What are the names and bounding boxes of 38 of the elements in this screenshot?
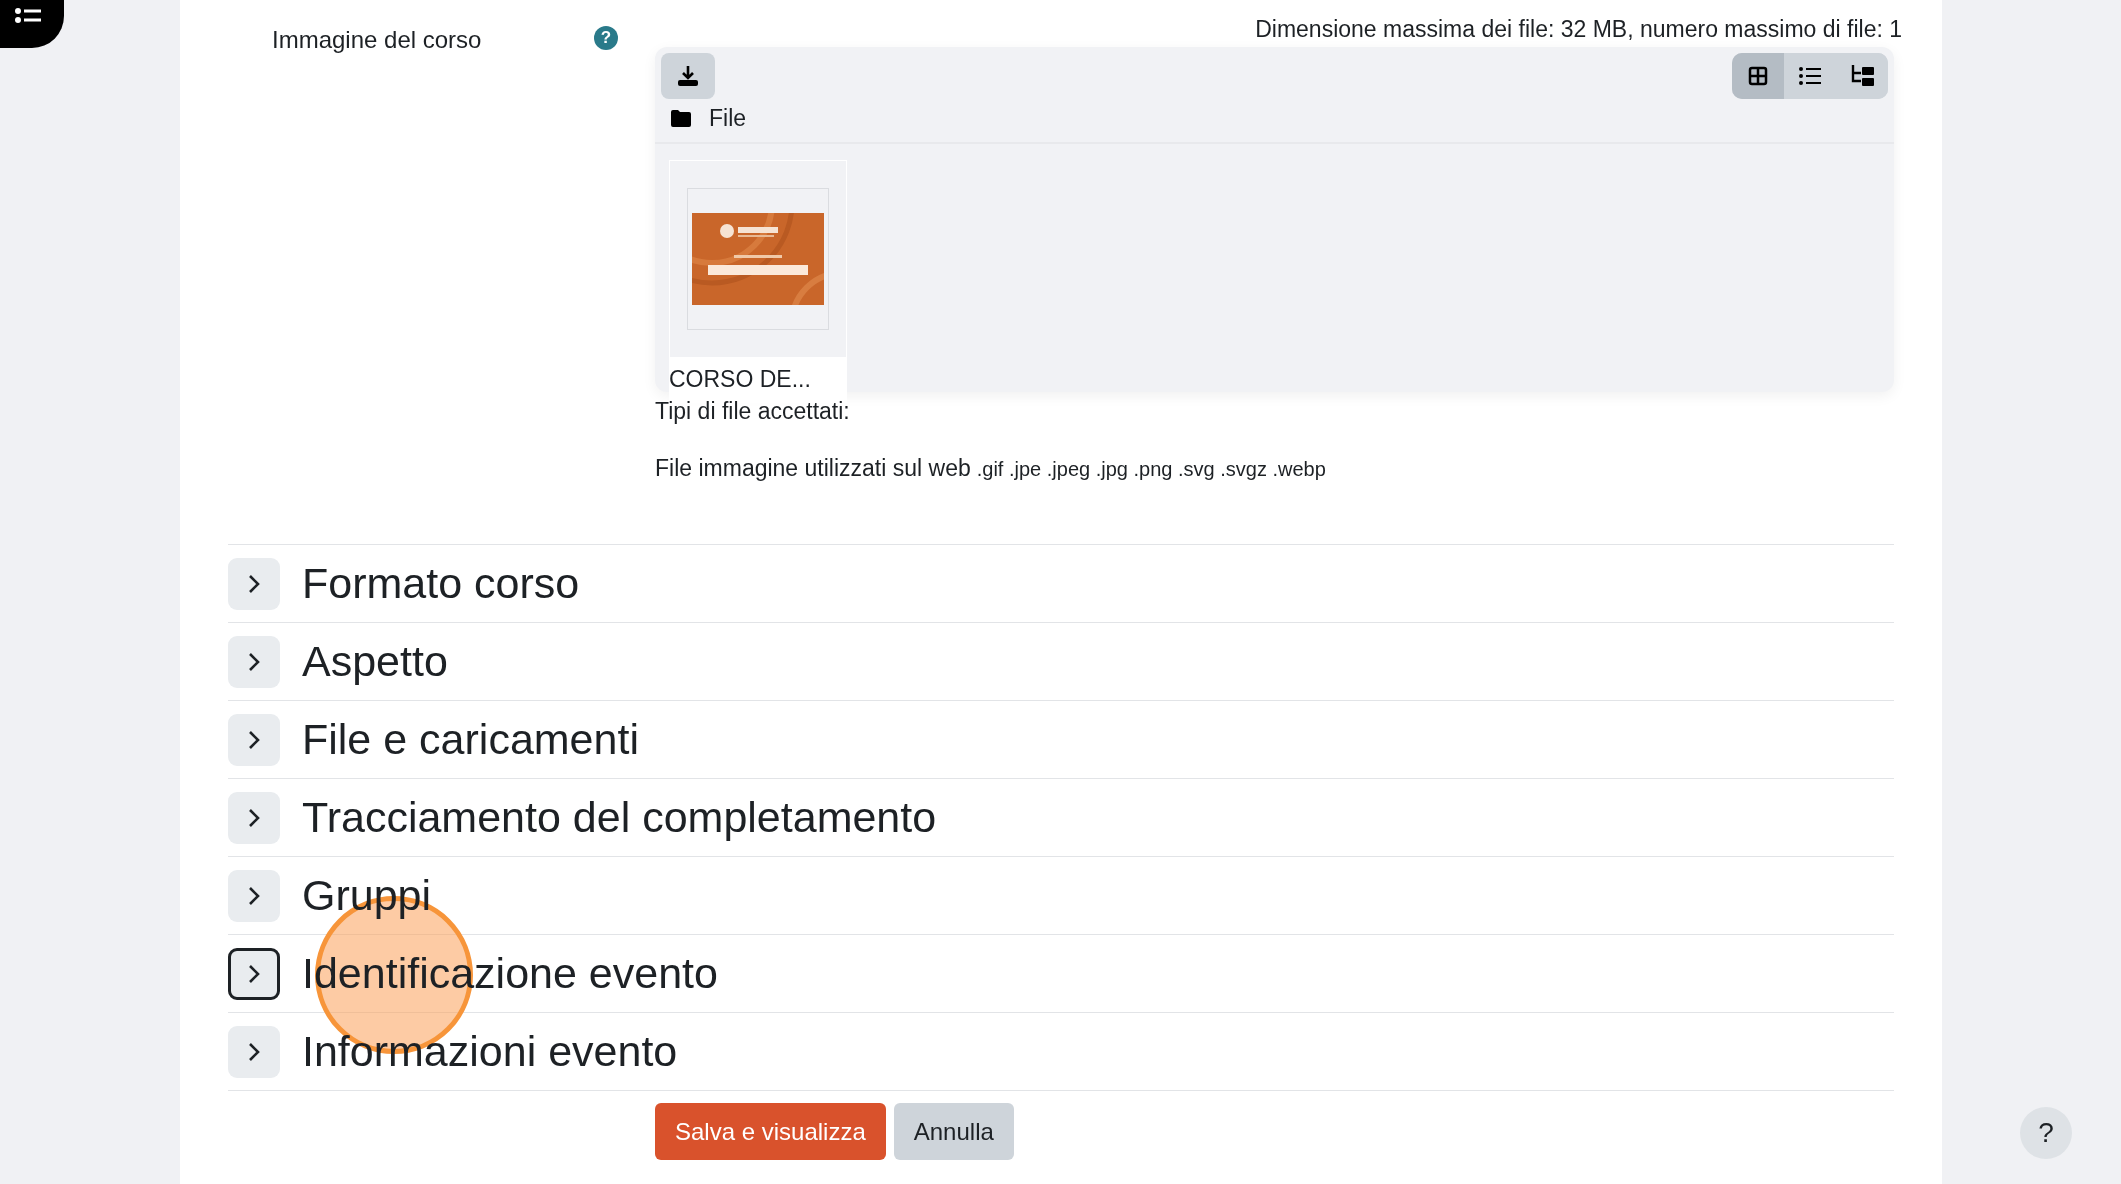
section-title[interactable]: File e caricamenti	[302, 715, 639, 764]
field-label: Immagine del corso	[272, 26, 483, 54]
drawer-toggle-button[interactable]	[0, 0, 64, 48]
file-extensions: .gif .jpe .jpeg .jpg .png .svg .svgz .webp	[976, 458, 1326, 481]
chevron-right-icon	[247, 1040, 261, 1063]
section-title[interactable]: Informazioni evento	[302, 1027, 678, 1076]
chevron-right-icon	[247, 650, 261, 673]
chevron-right-icon	[247, 962, 261, 985]
download-icon	[677, 65, 699, 87]
file-limits-text: Dimensione massima dei file: 32 MB, numero massimo di file: 1	[1255, 16, 1902, 43]
cancel-button[interactable]: Annulla	[893, 1103, 1014, 1160]
section-title[interactable]: Aspetto	[302, 637, 448, 686]
expand-toggle-button[interactable]	[228, 791, 280, 844]
section-title[interactable]: Tracciamento del completamento	[302, 793, 937, 842]
help-icon[interactable]: ?	[594, 26, 618, 50]
section-title[interactable]: Identificazione evento	[302, 949, 718, 998]
section-title[interactable]: Gruppi	[302, 871, 432, 920]
chevron-right-icon	[247, 572, 261, 595]
chevron-right-icon	[247, 806, 261, 829]
folder-tree-icon	[1850, 65, 1874, 87]
list-view-icon	[1799, 67, 1821, 85]
save-button[interactable]: Salva e visualizza	[655, 1103, 886, 1160]
expand-toggle-button[interactable]	[228, 1025, 280, 1078]
expand-toggle-button[interactable]	[228, 947, 280, 1000]
expand-toggle-button[interactable]	[228, 557, 280, 610]
view-mode-button[interactable]	[1732, 53, 1784, 99]
expand-toggle-button[interactable]	[228, 713, 280, 766]
chevron-right-icon	[247, 728, 261, 751]
upload-button[interactable]	[661, 53, 715, 99]
folder-path[interactable]: File	[709, 105, 747, 132]
help-button[interactable]: ?	[2020, 1107, 2072, 1159]
file-type-description: File immagine utilizzati sul web	[655, 455, 971, 482]
chevron-right-icon	[247, 884, 261, 907]
section-title[interactable]: Formato corso	[302, 559, 580, 608]
folder-icon	[671, 110, 691, 127]
expand-toggle-button[interactable]	[228, 635, 280, 688]
grid-view-icon	[1748, 66, 1768, 86]
expand-toggle-button[interactable]	[228, 869, 280, 922]
